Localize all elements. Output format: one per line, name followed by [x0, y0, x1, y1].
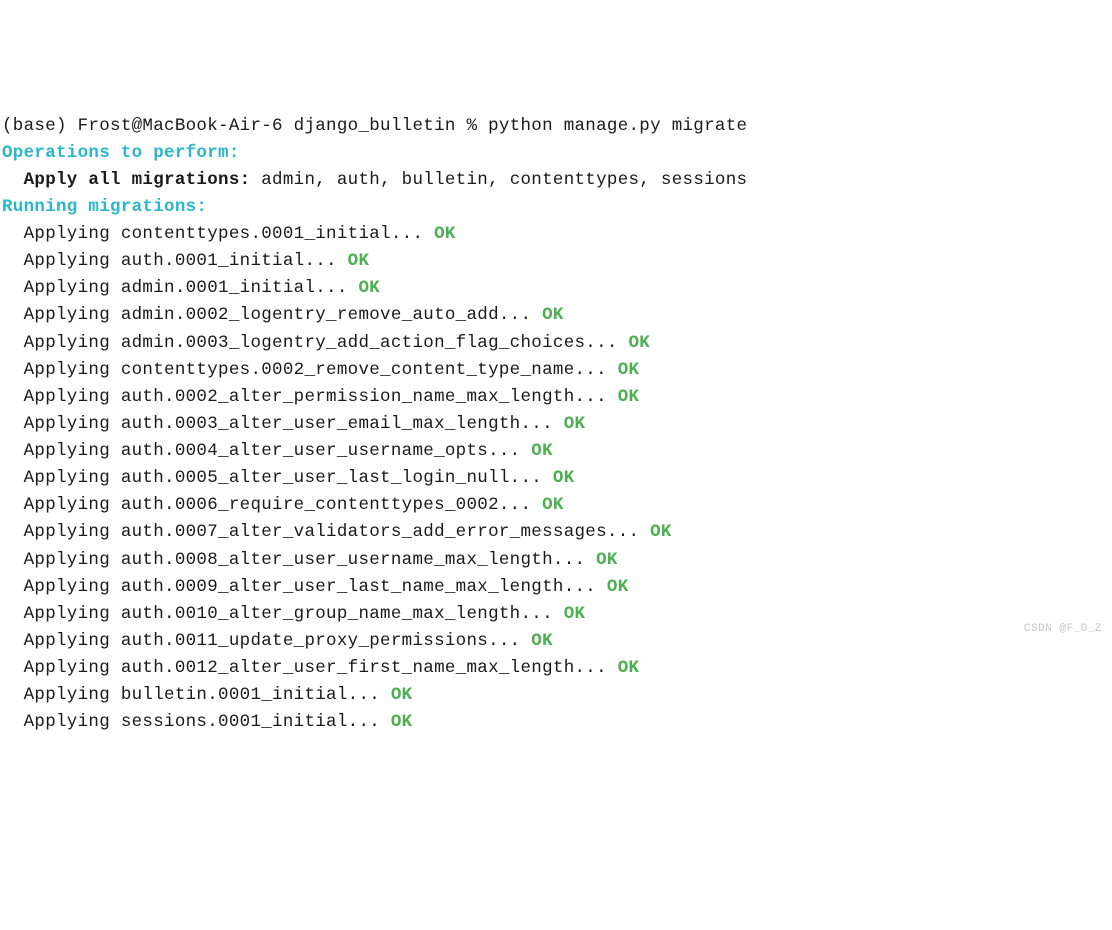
migrations-list: Applying contenttypes.0001_initial... OK…	[2, 221, 1110, 736]
apply-all-list: admin, auth, bulletin, contenttypes, ses…	[250, 170, 747, 190]
ok-status: OK	[553, 604, 585, 624]
migration-line: Applying auth.0004_alter_user_username_o…	[2, 441, 553, 461]
ok-status: OK	[639, 522, 671, 542]
watermark: CSDN @F_D_Z	[1024, 621, 1102, 638]
migration-line: Applying auth.0002_alter_permission_name…	[2, 387, 639, 407]
ok-status: OK	[607, 360, 639, 380]
ok-status: OK	[337, 251, 369, 271]
ok-status: OK	[520, 631, 552, 651]
ok-status: OK	[380, 685, 412, 705]
migration-line: Applying auth.0009_alter_user_last_name_…	[2, 577, 629, 597]
migration-line: Applying bulletin.0001_initial... OK	[2, 685, 412, 705]
migration-line: Applying auth.0005_alter_user_last_login…	[2, 468, 575, 488]
terminal-output: (base) Frost@MacBook-Air-6 django_bullet…	[2, 113, 1110, 737]
migration-line: Applying admin.0003_logentry_add_action_…	[2, 333, 650, 353]
migration-line: Applying auth.0007_alter_validators_add_…	[2, 522, 672, 542]
migration-line: Applying auth.0003_alter_user_email_max_…	[2, 414, 585, 434]
migration-line: Applying auth.0012_alter_user_first_name…	[2, 658, 639, 678]
apply-all-label: Apply all migrations:	[2, 170, 250, 190]
ok-status: OK	[423, 224, 455, 244]
running-header: Running migrations:	[2, 197, 207, 217]
ok-status: OK	[520, 441, 552, 461]
ok-status: OK	[380, 712, 412, 732]
ok-status: OK	[542, 468, 574, 488]
migration-line: Applying contenttypes.0002_remove_conten…	[2, 360, 639, 380]
ok-status: OK	[607, 387, 639, 407]
ok-status: OK	[553, 414, 585, 434]
ok-status: OK	[531, 495, 563, 515]
migration-line: Applying sessions.0001_initial... OK	[2, 712, 412, 732]
ok-status: OK	[607, 658, 639, 678]
migration-line: Applying contenttypes.0001_initial... OK	[2, 224, 456, 244]
operations-header: Operations to perform:	[2, 143, 240, 163]
ok-status: OK	[348, 278, 380, 298]
migration-line: Applying auth.0001_initial... OK	[2, 251, 369, 271]
migration-line: Applying auth.0006_require_contenttypes_…	[2, 495, 564, 515]
ok-status: OK	[531, 305, 563, 325]
migration-line: Applying auth.0010_alter_group_name_max_…	[2, 604, 585, 624]
ok-status: OK	[596, 577, 628, 597]
migration-line: Applying admin.0002_logentry_remove_auto…	[2, 305, 564, 325]
ok-status: OK	[618, 333, 650, 353]
ok-status: OK	[585, 550, 617, 570]
migration-line: Applying auth.0011_update_proxy_permissi…	[2, 631, 553, 651]
migration-line: Applying admin.0001_initial... OK	[2, 278, 380, 298]
migration-line: Applying auth.0008_alter_user_username_m…	[2, 550, 618, 570]
command-prompt: (base) Frost@MacBook-Air-6 django_bullet…	[2, 116, 747, 136]
